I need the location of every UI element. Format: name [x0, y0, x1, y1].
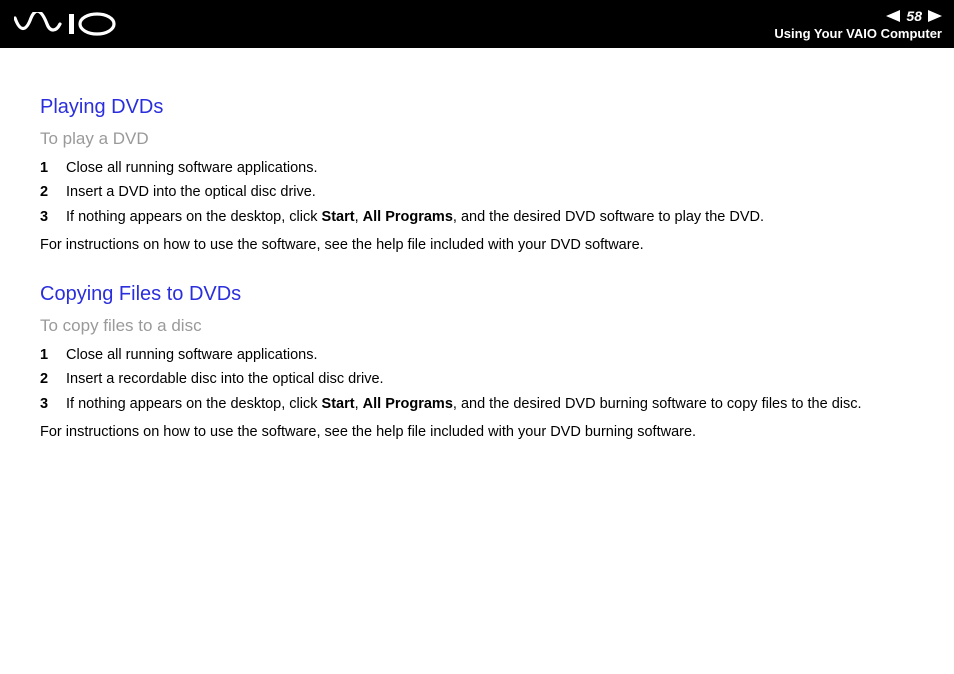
step-text: If nothing appears on the desktop, click…	[66, 393, 918, 415]
steps-list-2: 1 Close all running software application…	[40, 344, 918, 415]
text-fragment: If nothing appears on the desktop, click	[66, 396, 322, 412]
vaio-logo-icon	[14, 12, 124, 36]
list-item: 2 Insert a recordable disc into the opti…	[40, 368, 918, 390]
prev-page-icon[interactable]	[886, 10, 900, 22]
steps-list-1: 1 Close all running software application…	[40, 157, 918, 228]
step-number: 2	[40, 181, 66, 203]
section-label: Using Your VAIO Computer	[774, 26, 942, 41]
bold-start: Start	[322, 396, 355, 412]
step-number: 1	[40, 157, 66, 179]
list-item: 1 Close all running software application…	[40, 157, 918, 179]
vaio-logo	[14, 12, 124, 36]
step-text: Insert a DVD into the optical disc drive…	[66, 181, 918, 203]
bold-start: Start	[322, 209, 355, 225]
step-number: 2	[40, 368, 66, 390]
heading-playing-dvds: Playing DVDs	[40, 96, 918, 119]
subheading-to-play: To play a DVD	[40, 129, 918, 149]
page-nav: 58	[886, 8, 942, 24]
subheading-to-copy: To copy files to a disc	[40, 316, 918, 336]
step-number: 1	[40, 344, 66, 366]
step-text: If nothing appears on the desktop, click…	[66, 206, 918, 228]
page-number: 58	[906, 8, 922, 24]
heading-copying-dvds: Copying Files to DVDs	[40, 283, 918, 306]
step-text: Close all running software applications.	[66, 157, 918, 179]
text-fragment: ,	[355, 396, 363, 412]
note-text: For instructions on how to use the softw…	[40, 234, 918, 256]
step-text: Close all running software applications.	[66, 344, 918, 366]
list-item: 3 If nothing appears on the desktop, cli…	[40, 393, 918, 415]
step-number: 3	[40, 206, 66, 228]
list-item: 1 Close all running software application…	[40, 344, 918, 366]
step-text: Insert a recordable disc into the optica…	[66, 368, 918, 390]
list-item: 3 If nothing appears on the desktop, cli…	[40, 206, 918, 228]
next-page-icon[interactable]	[928, 10, 942, 22]
step-number: 3	[40, 393, 66, 415]
bold-all-programs: All Programs	[363, 209, 453, 225]
section-copying-dvds: Copying Files to DVDs To copy files to a…	[40, 283, 918, 444]
bold-all-programs: All Programs	[363, 396, 453, 412]
header-right: 58 Using Your VAIO Computer	[774, 8, 942, 41]
note-text: For instructions on how to use the softw…	[40, 421, 918, 443]
text-fragment: , and the desired DVD burning software t…	[453, 396, 862, 412]
text-fragment: ,	[355, 209, 363, 225]
text-fragment: If nothing appears on the desktop, click	[66, 209, 322, 225]
header-bar: 58 Using Your VAIO Computer	[0, 0, 954, 48]
page-content: Playing DVDs To play a DVD 1 Close all r…	[0, 48, 954, 444]
text-fragment: , and the desired DVD software to play t…	[453, 209, 764, 225]
list-item: 2 Insert a DVD into the optical disc dri…	[40, 181, 918, 203]
section-playing-dvds: Playing DVDs To play a DVD 1 Close all r…	[40, 96, 918, 257]
